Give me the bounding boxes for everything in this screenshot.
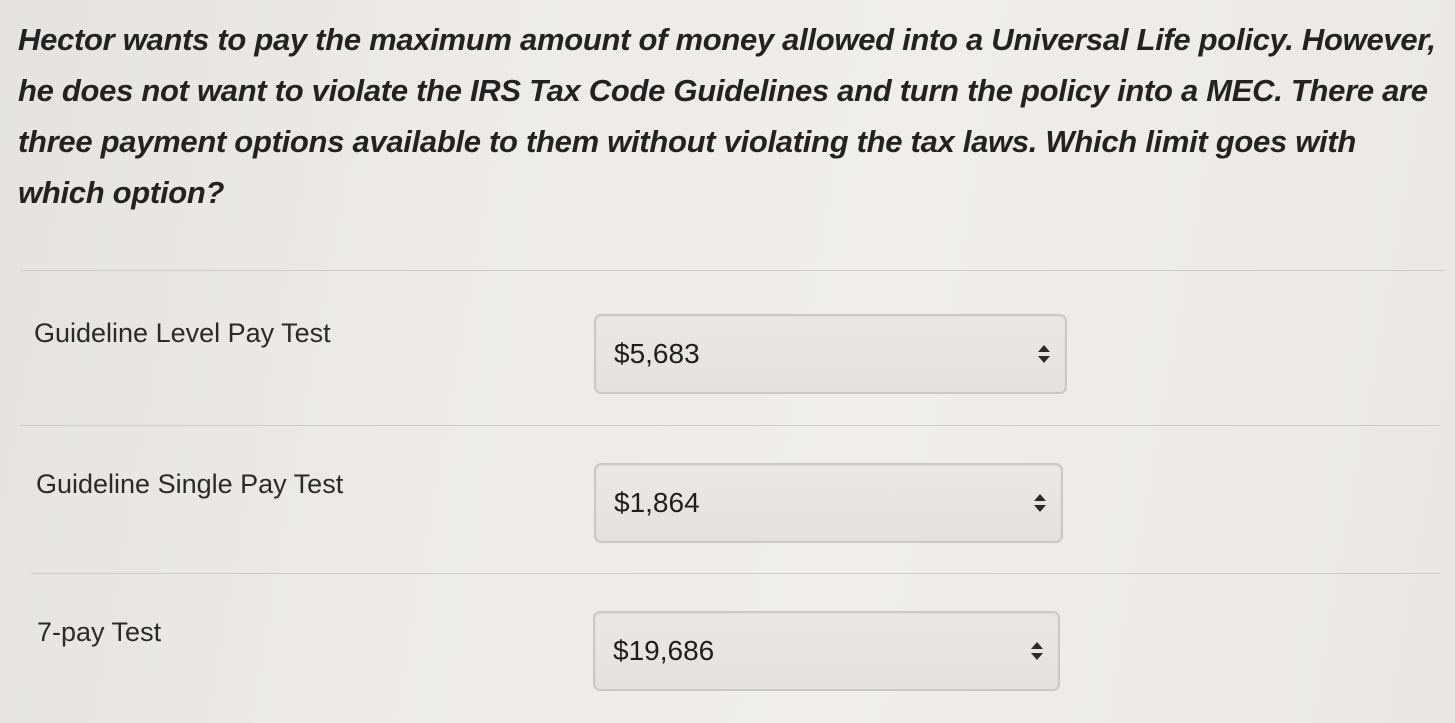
question-text: Hector wants to pay the maximum amount o…	[18, 22, 1436, 210]
row-label-7-pay: 7-pay Test	[37, 617, 162, 647]
answer-select-7-pay[interactable]: $19,686	[593, 611, 1060, 691]
divider-top	[20, 270, 1445, 271]
divider-2	[30, 573, 1440, 574]
divider-1	[20, 425, 1440, 426]
up-down-arrows-icon	[1034, 494, 1046, 512]
answer-select-single-pay[interactable]: $1,864	[594, 463, 1063, 543]
answer-select-level-pay[interactable]: $5,683	[594, 314, 1067, 394]
select-value: $1,864	[614, 487, 700, 518]
row-label-single-pay: Guideline Single Pay Test	[36, 469, 344, 499]
select-value: $5,683	[614, 338, 700, 369]
up-down-arrows-icon	[1031, 642, 1043, 660]
select-value: $19,686	[613, 635, 715, 666]
row-label-level-pay: Guideline Level Pay Test	[34, 318, 331, 348]
up-down-arrows-icon	[1038, 345, 1050, 363]
